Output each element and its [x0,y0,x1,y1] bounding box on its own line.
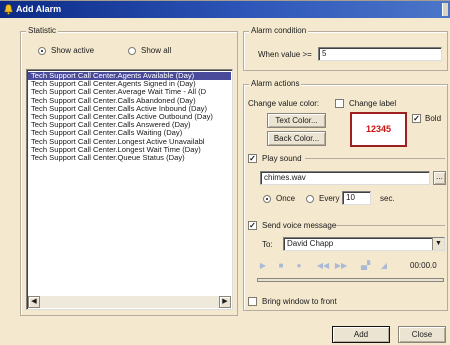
voice-separator [336,225,445,226]
close-window-button[interactable] [442,3,448,16]
record-icon[interactable]: ● [292,259,306,272]
scroll-right-icon[interactable]: ▶ [219,296,231,308]
show-active-label: Show active [51,46,95,55]
statistic-list-item[interactable]: Tech Support Call Center.Calls Active Ou… [28,113,231,121]
play-sound-label: Play sound [262,154,302,163]
change-value-color-label: Change value color: [248,99,320,108]
alarm-bell-icon [4,4,13,15]
alarm-condition-title: Alarm condition [249,26,309,36]
show-active-radio[interactable] [38,47,46,55]
playback-time: 00:00.0 [410,261,437,270]
playback-seek-slider[interactable] [257,278,444,282]
when-value-label: When value >= [258,50,312,59]
statistic-list-item[interactable]: Tech Support Call Center.Average Wait Ti… [28,88,231,96]
statistic-list-item[interactable]: Tech Support Call Center.Queue Status (D… [28,154,231,162]
stop-icon[interactable]: ■ [274,259,288,272]
statistic-list-item[interactable]: Tech Support Call Center.Calls Abandoned… [28,97,231,105]
statistic-list-item[interactable]: Tech Support Call Center.Longest Wait Ti… [28,146,231,154]
play-sound-separator [305,158,445,159]
seconds-label: sec. [380,194,395,203]
recipient-dropdown[interactable]: David Chapp ▼ [283,237,445,251]
statistic-list-item[interactable]: Tech Support Call Center.Calls Waiting (… [28,129,231,137]
statistic-list-item[interactable]: Tech Support Call Center.Longest Active … [28,138,231,146]
threshold-value-input[interactable]: 5 [318,47,442,61]
browse-sound-button[interactable]: ... [433,171,446,185]
rewind-icon[interactable]: ◀◀ [316,259,330,272]
statistic-list-item[interactable]: Tech Support Call Center.Agents Availabl… [28,72,231,81]
bring-to-front-label: Bring window to front [262,297,337,306]
bold-label: Bold [425,114,442,123]
statistic-list[interactable]: Tech Support Call Center.Agents Availabl… [26,69,233,310]
scroll-left-icon[interactable]: ◀ [28,296,40,308]
add-button[interactable]: Add [332,326,390,343]
show-all-radio[interactable] [128,47,136,55]
once-radio[interactable] [263,195,271,203]
once-label: Once [276,194,296,203]
back-color-button[interactable]: Back Color... [267,131,326,146]
statistic-list-item[interactable]: Tech Support Call Center.Agents Signed i… [28,80,231,88]
chevron-down-icon[interactable]: ▼ [432,238,444,250]
statistic-list-item[interactable]: Tech Support Call Center.Calls Answered … [28,121,231,129]
alarm-actions-title: Alarm actions [249,79,302,89]
statistic-list-item[interactable]: Tech Support Call Center.Calls Active In… [28,105,231,113]
change-label-label: Change label [349,99,397,108]
window-title: Add Alarm [16,4,62,14]
add-alarm-dialog: Add Alarm Statistic Show active Show all… [0,0,450,345]
sound-file-input[interactable]: chimes.wav [260,171,430,185]
fast-forward-icon[interactable]: ▶▶ [334,259,348,272]
send-voice-checkbox[interactable]: ✓ [248,221,257,230]
every-radio[interactable] [306,195,314,203]
statistic-list-items: Tech Support Call Center.Agents Availabl… [28,72,231,162]
recipient-value: David Chapp [287,239,334,248]
bold-checkbox[interactable]: ✓ [412,114,421,123]
color-preview-swatch: 12345 [350,112,407,147]
play-sound-checkbox[interactable]: ✓ [248,154,257,163]
to-label: To: [262,240,273,249]
every-seconds-input[interactable]: 10 [342,191,371,205]
horizontal-scrollbar[interactable]: ◀ ▶ [28,296,231,308]
voice-playback-controls: ▶ ■ ● ◀◀ ▶▶ ▗▞ ◢ 00:00.0 [253,259,446,272]
statistic-group-title: Statistic [26,26,59,36]
bring-to-front-checkbox[interactable] [248,297,257,306]
title-bar: Add Alarm [0,1,450,18]
show-all-label: Show all [141,46,172,55]
every-label: Every [319,194,340,203]
send-voice-label: Send voice message [262,221,337,230]
change-label-checkbox[interactable] [335,99,344,108]
close-button[interactable]: Close [398,326,446,343]
text-color-button[interactable]: Text Color... [267,113,326,128]
volume-icon[interactable]: ◢ [377,259,391,272]
play-icon[interactable]: ▶ [256,259,270,272]
waveform-icon[interactable]: ▗▞ [357,259,371,272]
